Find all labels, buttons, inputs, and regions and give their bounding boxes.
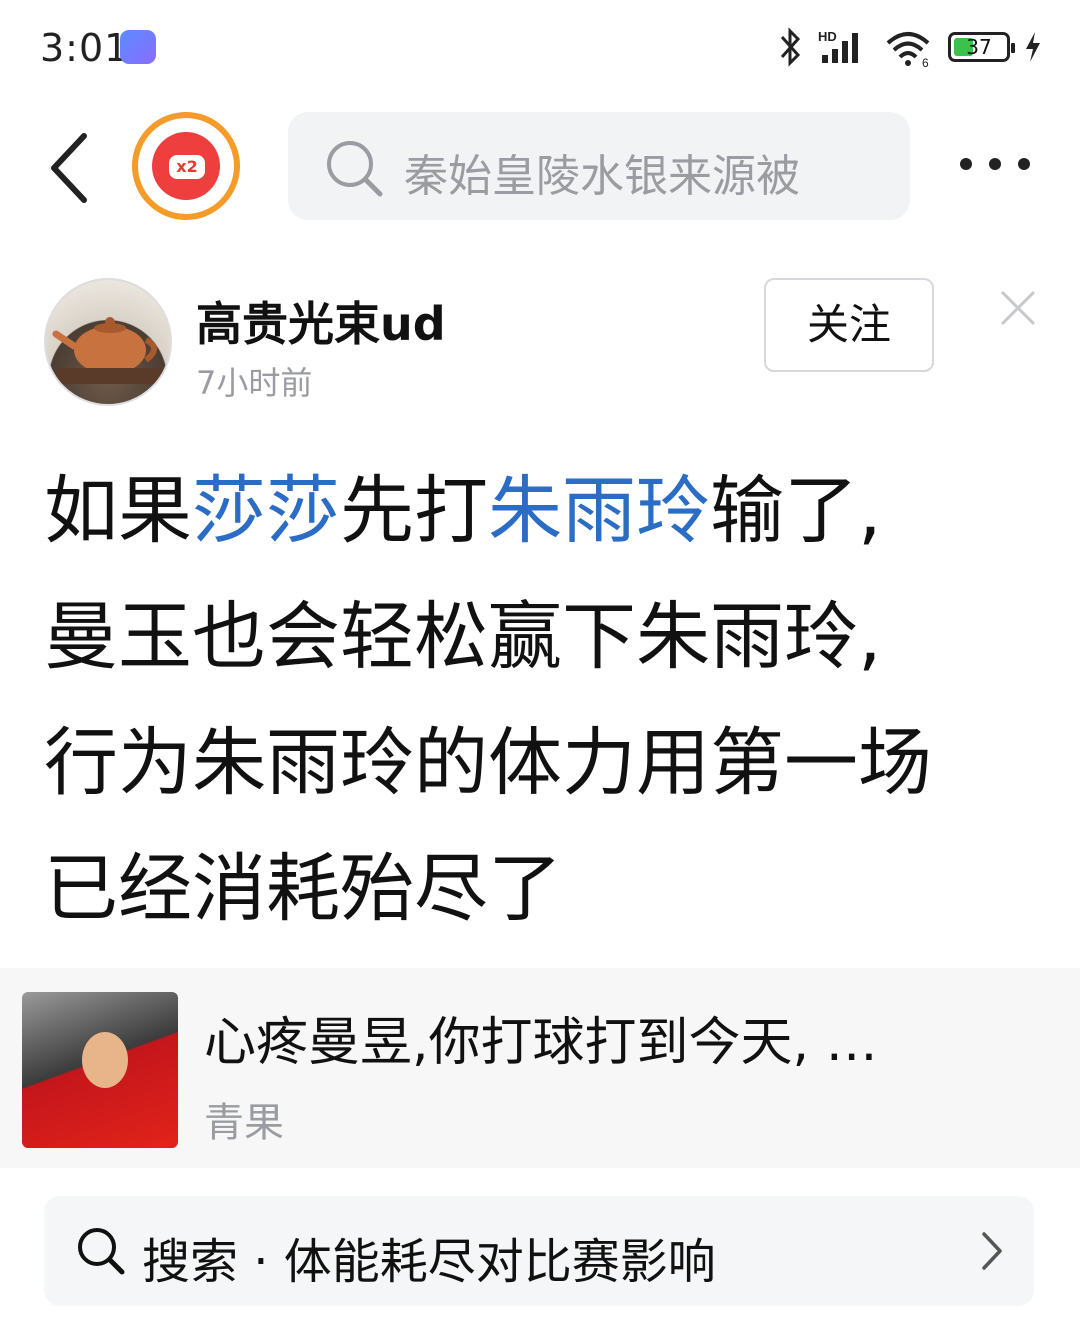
follow-button[interactable]: 关注	[764, 278, 934, 372]
red-packet-icon[interactable]: x2	[132, 112, 240, 220]
battery-icon: 37	[948, 32, 1015, 62]
post-line-2: 曼玉也会轻松赢下朱雨玲,	[44, 594, 882, 680]
topic-link-shasha[interactable]: 莎莎	[192, 468, 340, 554]
status-bar: 3:01 HD 6 37	[0, 0, 1080, 96]
battery-level: 37	[966, 35, 992, 59]
search-placeholder: 秦始皇陵水银来源被	[404, 151, 800, 202]
topic-link-zhuyuling[interactable]: 朱雨玲	[488, 468, 710, 554]
charging-icon	[1026, 32, 1040, 62]
status-time: 3:01	[40, 26, 130, 70]
post-line-4: 已经消耗殆尽了	[44, 846, 562, 932]
red-packet-badge: x2	[169, 155, 205, 179]
wifi-icon: 6	[886, 32, 930, 67]
related-source: 青果	[204, 1100, 284, 1146]
search-input[interactable]: 秦始皇陵水银来源被	[288, 112, 910, 220]
post-body: 如果莎莎先打朱雨玲输了, 曼玉也会轻松赢下朱雨玲, 行为朱雨玲的体力用第一场 已…	[44, 448, 1044, 952]
related-search-bar[interactable]: 搜索 · 体能耗尽对比赛影响	[44, 1196, 1034, 1306]
status-icons: HD 6 37	[778, 24, 1042, 70]
post-text: 先打	[340, 468, 488, 554]
signal-icon: HD	[818, 29, 858, 63]
post-line-3: 行为朱雨玲的体力用第一场	[44, 720, 932, 806]
teapot-image	[52, 317, 164, 384]
chevron-right-icon	[982, 1232, 1002, 1270]
back-icon[interactable]	[44, 128, 96, 208]
bluetooth-icon	[780, 27, 801, 67]
post-text: 如果	[44, 468, 192, 554]
close-icon[interactable]	[998, 288, 1038, 328]
avatar[interactable]	[44, 278, 172, 406]
related-thumbnail	[22, 992, 178, 1148]
author-name[interactable]: 高贵光束ud	[196, 288, 446, 354]
more-icon[interactable]	[960, 158, 1030, 176]
search-icon	[78, 1228, 125, 1275]
related-search-label: 搜索 · 体能耗尽对比赛影响	[142, 1234, 716, 1290]
red-packet-body: x2	[152, 132, 220, 200]
svg-text:6: 6	[922, 56, 929, 67]
post-line-1: 如果莎莎先打朱雨玲输了,	[44, 448, 1044, 574]
related-title[interactable]: 心疼曼昱,你打球打到今天, …	[204, 1000, 878, 1075]
post-time: 7小时前	[196, 364, 313, 402]
app-icon	[120, 30, 156, 64]
search-icon	[327, 141, 383, 197]
post-text: 输了,	[710, 468, 882, 554]
svg-text:HD: HD	[818, 29, 837, 44]
